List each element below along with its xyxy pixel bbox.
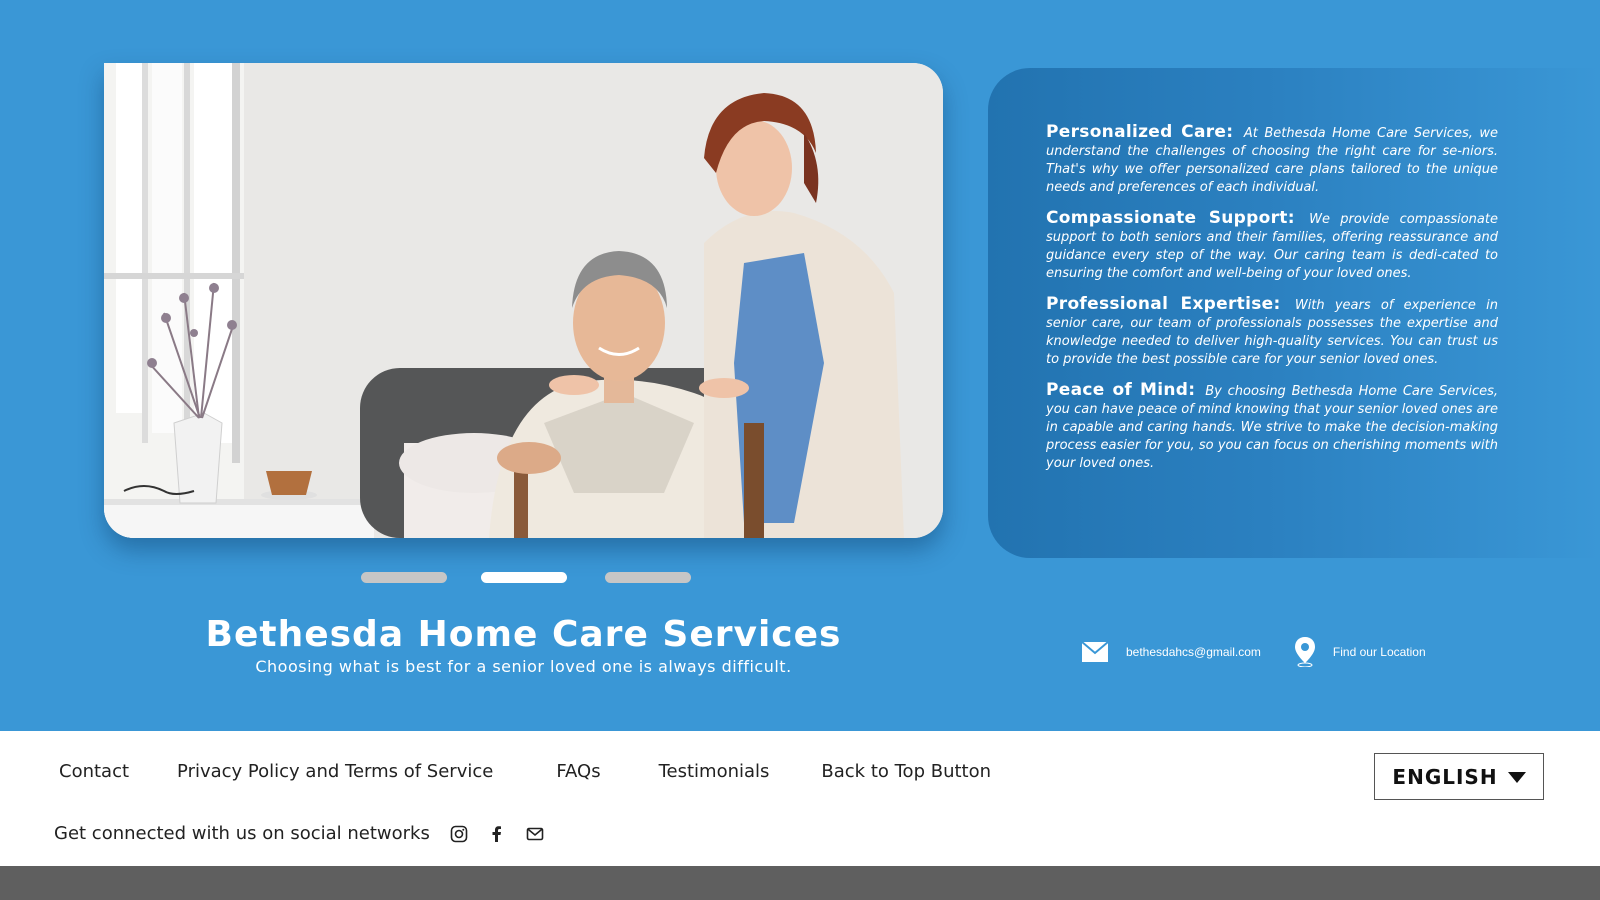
feature-professional-expertise: Professional Expertise: With years of ex… [1046, 295, 1498, 369]
caret-down-icon [1507, 772, 1526, 783]
brand-subtitle: Choosing what is best for a senior loved… [255, 657, 792, 676]
brand-title: Bethesda Home Care Services [205, 614, 842, 655]
feature-title: Peace of Mind: [1046, 380, 1196, 400]
feature-title: Professional Expertise: [1046, 294, 1281, 314]
feature-compassionate-support: Compassionate Support: We provide compas… [1046, 209, 1498, 283]
location-pin-icon [1294, 637, 1315, 667]
mail-icon [1082, 642, 1108, 662]
nav-contact[interactable]: Contact [59, 761, 129, 782]
nav-back-to-top[interactable]: Back to Top Button [821, 761, 991, 782]
carousel-dot-1[interactable] [361, 572, 447, 583]
location-label: Find our Location [1332, 645, 1426, 659]
footer-nav: Contact Privacy Policy and Terms of Serv… [59, 761, 991, 782]
bottom-bar [0, 866, 1600, 900]
carousel-dot-3[interactable] [605, 572, 691, 583]
nav-faqs[interactable]: FAQs [556, 761, 600, 782]
find-location-link[interactable]: Find our Location [1294, 637, 1426, 667]
carousel-dot-2[interactable] [481, 572, 567, 583]
social-text: Get connected with us on social networks [54, 823, 430, 844]
instagram-icon[interactable] [450, 825, 468, 843]
language-label: ENGLISH [1392, 764, 1498, 789]
caregiver-photo-illustration [104, 63, 943, 538]
hero-photo [104, 63, 943, 538]
feature-title: Compassionate Support: [1046, 208, 1295, 228]
social-bar: Get connected with us on social networks [54, 823, 544, 844]
footer: Contact Privacy Policy and Terms of Serv… [0, 731, 1600, 866]
facebook-icon[interactable] [488, 825, 506, 843]
email-address: bethesdahcs@gmail.com [1126, 645, 1261, 659]
nav-testimonials[interactable]: Testimonials [659, 761, 770, 782]
email-contact-link[interactable]: bethesdahcs@gmail.com [1082, 642, 1261, 662]
language-selector[interactable]: ENGLISH [1374, 753, 1544, 800]
nav-privacy-policy[interactable]: Privacy Policy and Terms of Service [177, 761, 493, 782]
email-icon[interactable] [526, 825, 544, 843]
carousel-indicators [0, 572, 1600, 584]
hero-section: Bethesda Home Care Services Choosing wha… [0, 0, 1600, 731]
features-panel: Personalized Care: At Bethesda Home Care… [988, 68, 1600, 558]
feature-peace-of-mind: Peace of Mind: By choosing Bethesda Home… [1046, 381, 1498, 473]
contact-row: bethesdahcs@gmail.com Find our Location [1082, 635, 1426, 669]
feature-title: Personalized Care: [1046, 122, 1234, 142]
feature-personalized-care: Personalized Care: At Bethesda Home Care… [1046, 123, 1498, 197]
